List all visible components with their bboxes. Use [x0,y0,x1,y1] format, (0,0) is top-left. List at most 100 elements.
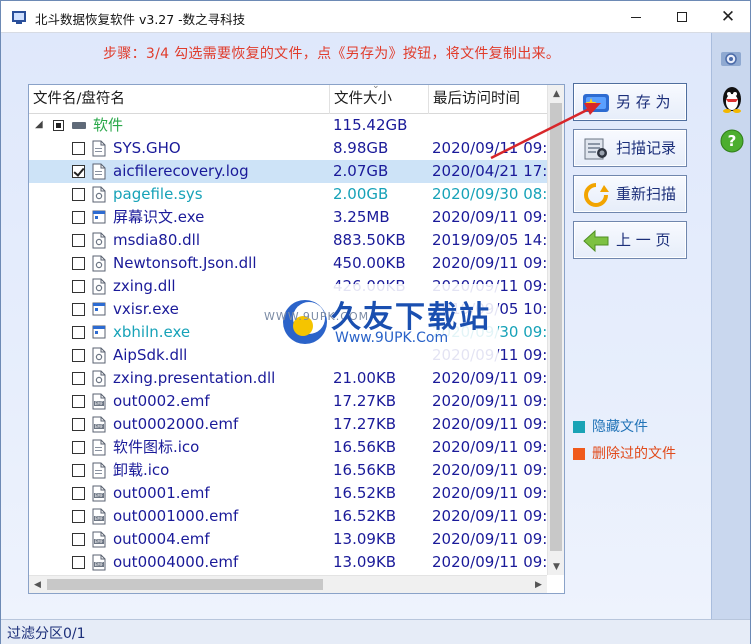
root-partial-checkbox[interactable] [53,120,64,131]
refresh-icon [584,183,609,207]
settings-gear-icon[interactable] [718,45,746,73]
scroll-down-arrow-icon[interactable]: ▼ [548,558,564,575]
system-file-icon [92,232,106,249]
minimize-button[interactable] [613,1,659,33]
emf-file-icon: EMF [92,554,106,571]
file-size: 17.27KB [333,392,397,410]
system-file-icon [92,370,106,387]
file-size: 16.52KB [333,507,397,525]
svg-text:?: ? [728,132,737,150]
save-as-icon [583,94,609,112]
document-icon [92,439,106,456]
file-checkbox[interactable] [72,395,85,408]
close-icon: ✕ [720,7,736,27]
file-row[interactable]: SYS.GHO 8.98GB 2020/09/11 09:3 [29,137,547,160]
maximize-button[interactable] [659,1,705,33]
previous-page-button[interactable]: 上 一 页 [573,221,687,259]
file-checkbox[interactable] [72,326,85,339]
file-checkbox[interactable] [72,165,85,178]
file-name: Newtonsoft.Json.dll [113,254,257,272]
system-file-icon [92,347,106,364]
system-file-icon [92,255,106,272]
file-row[interactable]: zxing.presentation.dll 21.00KB 2020/09/11 … [29,367,547,390]
file-name: aicfilerecovery.log [113,162,249,180]
file-name: xbhiln.exe [113,323,191,341]
emf-file-icon: EMF [92,416,106,433]
file-row[interactable]: EMF out0001.emf 16.52KB 2020/09/11 09:3 [29,482,547,505]
file-size: 17.27KB [333,415,397,433]
watermark-subtitle: Www.9UPK.Com [335,330,449,346]
scroll-up-arrow-icon[interactable]: ▲ [548,85,564,102]
minimize-icon [631,16,641,18]
file-row[interactable]: EMF out0004000.emf 13.09KB 2020/09/11 09:3 [29,551,547,573]
file-checkbox[interactable] [72,234,85,247]
rescan-button[interactable]: 重新扫描 [573,175,687,213]
svg-text:EMF: EMF [95,424,104,429]
file-row[interactable]: pagefile.sys 2.00GB 2020/09/30 08:2 [29,183,547,206]
file-row[interactable]: 软件图标.ico 16.56KB 2020/09/11 09:3 [29,436,547,459]
file-checkbox[interactable] [72,188,85,201]
column-header-date[interactable]: 最后访问时间 [428,85,558,114]
file-date: 2020/09/11 09:3 [432,392,547,410]
file-checkbox[interactable] [72,418,85,431]
maximize-icon [677,12,687,22]
file-name: out0002000.emf [113,415,239,433]
file-row[interactable]: Newtonsoft.Json.dll 450.00KB 2020/09/11 09… [29,252,547,275]
emf-file-icon: EMF [92,485,106,502]
file-row[interactable]: EMF out0001000.emf 16.52KB 2020/09/11 09:3 [29,505,547,528]
scroll-left-arrow-icon[interactable]: ◀ [29,576,46,593]
help-icon[interactable]: ? [718,127,746,155]
step-instruction: 步骤：3/4 勾选需要恢复的文件，点《另存为》按钮，将文件复制出来。 [103,46,561,62]
file-date: 2020/09/11 09:3 [432,415,547,433]
legend-deleted-swatch [573,448,585,460]
svg-text:EMF: EMF [95,562,104,567]
collapse-arrow-icon[interactable]: ◢ [35,119,43,130]
file-checkbox[interactable] [72,510,85,523]
file-date: 2020/04/21 17:0 [432,162,547,180]
file-name: pagefile.sys [113,185,203,203]
file-checkbox[interactable] [72,441,85,454]
save-as-button[interactable]: 另 存 为 [573,83,687,121]
file-row[interactable]: EMF out0002.emf 17.27KB 2020/09/11 09:3 [29,390,547,413]
file-checkbox[interactable] [72,280,85,293]
vertical-scrollbar[interactable]: ▲ ▼ [547,85,564,575]
tree-root-row[interactable]: ◢ 软件 115.42GB [29,114,547,137]
file-name: out0001.emf [113,484,210,502]
file-row[interactable]: msdia80.dll 883.50KB 2019/09/05 14:4 [29,229,547,252]
vertical-scroll-thumb[interactable] [550,103,562,551]
horizontal-scrollbar[interactable]: ◀ ▶ [29,575,547,593]
file-row[interactable]: 屏幕识文.exe 3.25MB 2020/09/11 09:3 [29,206,547,229]
file-name: 屏幕识文.exe [113,208,205,226]
file-row[interactable]: EMF out0004.emf 13.09KB 2020/09/11 09:3 [29,528,547,551]
file-checkbox[interactable] [72,556,85,569]
file-checkbox[interactable] [72,211,85,224]
file-checkbox[interactable] [72,464,85,477]
file-row[interactable]: EMF out0002000.emf 17.27KB 2020/09/11 09:3 [29,413,547,436]
file-date: 2020/09/11 09:3 [432,139,547,157]
scan-log-button[interactable]: 扫描记录 [573,129,687,167]
file-checkbox[interactable] [72,257,85,270]
watermark: WWW.9UPK.COM 久友下载站 Www.9UPK.Com [263,284,498,367]
file-checkbox[interactable] [72,303,85,316]
file-date: 2020/09/30 08:2 [432,185,547,203]
qq-penguin-icon[interactable] [718,85,746,113]
file-checkbox[interactable] [72,372,85,385]
scroll-right-arrow-icon[interactable]: ▶ [530,576,547,593]
file-name: AipSdk.dll [113,346,188,364]
title-bar: 北斗数据恢复软件 v3.27 -数之寻科技 ✕ [1,1,750,33]
file-checkbox[interactable] [72,349,85,362]
file-checkbox[interactable] [72,487,85,500]
file-name: 软件图标.ico [113,438,200,456]
file-checkbox[interactable] [72,142,85,155]
column-header-name[interactable]: 文件名/盘符名 [29,85,329,114]
close-button[interactable]: ✕ [705,1,751,33]
file-name: out0004.emf [113,530,210,548]
file-name: msdia80.dll [113,231,201,249]
horizontal-scroll-thumb[interactable] [47,579,323,590]
file-checkbox[interactable] [72,533,85,546]
file-row[interactable]: 卸载.ico 16.56KB 2020/09/11 09:3 [29,459,547,482]
file-row[interactable]: aicfilerecovery.log 2.07GB 2020/04/21 17:0 [29,160,547,183]
emf-file-icon: EMF [92,531,106,548]
svg-text:EMF: EMF [95,493,104,498]
svg-text:EMF: EMF [95,401,104,406]
